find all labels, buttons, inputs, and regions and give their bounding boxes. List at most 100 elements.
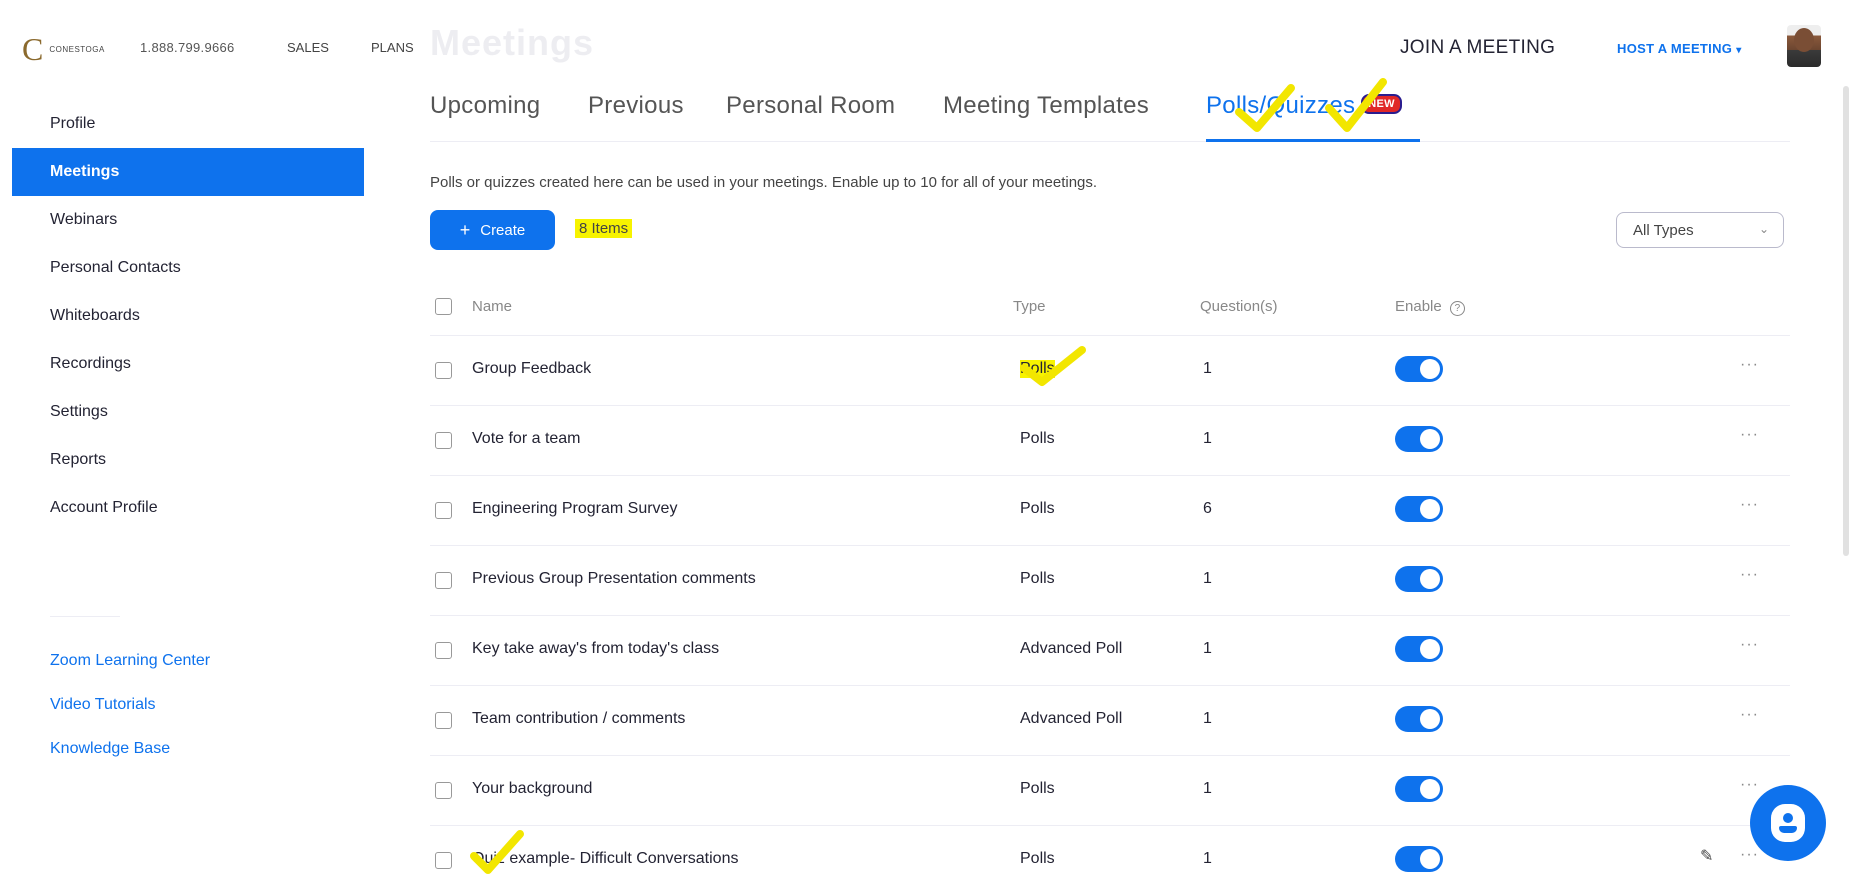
- help-icon[interactable]: ?: [1449, 301, 1465, 316]
- enable-toggle[interactable]: [1395, 776, 1443, 802]
- row-type: Polls: [1020, 430, 1055, 447]
- active-tab-indicator: [1206, 139, 1420, 142]
- table-row[interactable]: Previous Group Presentation comments Pol…: [430, 546, 1790, 616]
- sidebar-item-profile[interactable]: Profile: [12, 100, 364, 148]
- enable-toggle[interactable]: [1395, 496, 1443, 522]
- annotation-check-icon: [1325, 78, 1387, 132]
- table-row[interactable]: Group Feedback Polls 1 ···: [430, 336, 1790, 406]
- enable-toggle[interactable]: [1395, 636, 1443, 662]
- scrollbar[interactable]: [1843, 86, 1849, 556]
- sidebar-item-personal-contacts[interactable]: Personal Contacts: [12, 244, 364, 292]
- more-options-icon[interactable]: ···: [1740, 776, 1759, 794]
- items-count: 8 Items: [575, 219, 633, 238]
- row-questions: 1: [1203, 430, 1212, 447]
- chat-bot-icon: [1771, 804, 1805, 842]
- table-row[interactable]: Your background Polls 1 ···: [430, 756, 1790, 826]
- page-description: Polls or quizzes created here can be use…: [430, 174, 1098, 191]
- sidebar-item-whiteboards[interactable]: Whiteboards: [12, 292, 364, 340]
- zoom-learning-center-link[interactable]: Zoom Learning Center: [50, 652, 210, 670]
- row-questions: 1: [1203, 710, 1212, 727]
- more-options-icon[interactable]: ···: [1740, 636, 1759, 654]
- row-checkbox[interactable]: [435, 642, 452, 659]
- sidebar-divider: [50, 616, 120, 617]
- row-checkbox[interactable]: [435, 362, 452, 379]
- row-questions: 1: [1203, 360, 1212, 377]
- row-checkbox[interactable]: [435, 852, 452, 869]
- logo[interactable]: C CONESTOGA: [22, 33, 105, 65]
- video-tutorials-link[interactable]: Video Tutorials: [50, 696, 156, 714]
- table-row[interactable]: Key take away's from today's class Advan…: [430, 616, 1790, 686]
- tab-previous[interactable]: Previous: [588, 92, 684, 120]
- column-questions: Question(s): [1200, 298, 1278, 315]
- top-bar: C CONESTOGA 1.888.799.9666 SALES PLANS M…: [0, 0, 1853, 86]
- sidebar: Profile Meetings Webinars Personal Conta…: [0, 100, 366, 874]
- row-type: Advanced Poll: [1020, 640, 1123, 657]
- more-options-icon[interactable]: ···: [1740, 846, 1759, 864]
- row-type: Polls: [1020, 850, 1055, 867]
- row-questions: 1: [1203, 850, 1212, 867]
- meeting-tabs: Upcoming Previous Personal Room Meeting …: [430, 92, 1790, 142]
- row-questions: 6: [1203, 500, 1212, 517]
- caret-down-icon: ▾: [1736, 45, 1742, 56]
- annotation-check-icon: [470, 830, 524, 874]
- row-checkbox[interactable]: [435, 432, 452, 449]
- logo-text: CONESTOGA: [49, 44, 105, 54]
- sidebar-item-meetings[interactable]: Meetings: [12, 148, 364, 196]
- sidebar-item-webinars[interactable]: Webinars: [12, 196, 364, 244]
- more-options-icon[interactable]: ···: [1740, 496, 1759, 514]
- enable-toggle[interactable]: [1395, 426, 1443, 452]
- table-row[interactable]: Vote for a team Polls 1 ···: [430, 406, 1790, 476]
- more-options-icon[interactable]: ···: [1740, 426, 1759, 444]
- knowledge-base-link[interactable]: Knowledge Base: [50, 740, 170, 758]
- page-title-ghost: Meetings: [430, 22, 595, 63]
- create-button[interactable]: + Create: [430, 210, 555, 250]
- row-checkbox[interactable]: [435, 712, 452, 729]
- row-type: Polls: [1020, 500, 1055, 517]
- select-all-checkbox[interactable]: [435, 298, 452, 315]
- sidebar-item-settings[interactable]: Settings: [12, 388, 364, 436]
- tab-upcoming[interactable]: Upcoming: [430, 92, 540, 120]
- row-type: Advanced Poll: [1020, 710, 1123, 727]
- enable-toggle[interactable]: [1395, 356, 1443, 382]
- nav-plans-link[interactable]: PLANS: [371, 40, 414, 55]
- row-questions: 1: [1203, 640, 1212, 657]
- row-checkbox[interactable]: [435, 782, 452, 799]
- row-checkbox[interactable]: [435, 572, 452, 589]
- row-checkbox[interactable]: [435, 502, 452, 519]
- row-questions: 1: [1203, 780, 1212, 797]
- host-meeting-dropdown[interactable]: HOST A MEETING ▾: [1617, 41, 1742, 56]
- row-type: Polls: [1020, 570, 1055, 587]
- enable-toggle[interactable]: [1395, 566, 1443, 592]
- row-name[interactable]: Your background: [472, 780, 592, 798]
- table-row[interactable]: Team contribution / comments Advanced Po…: [430, 686, 1790, 756]
- sidebar-item-recordings[interactable]: Recordings: [12, 340, 364, 388]
- enable-toggle[interactable]: [1395, 706, 1443, 732]
- nav-sales-link[interactable]: SALES: [287, 40, 329, 55]
- phone-number[interactable]: 1.888.799.9666: [140, 40, 235, 55]
- column-type: Type: [1013, 298, 1046, 315]
- plus-icon: +: [459, 219, 471, 240]
- more-options-icon[interactable]: ···: [1740, 356, 1759, 374]
- type-filter-select[interactable]: All Types ⌄: [1616, 212, 1784, 248]
- tab-meeting-templates[interactable]: Meeting Templates: [943, 92, 1149, 120]
- row-name[interactable]: Engineering Program Survey: [472, 500, 677, 518]
- join-meeting-link[interactable]: JOIN A MEETING: [1400, 37, 1555, 59]
- sidebar-item-reports[interactable]: Reports: [12, 436, 364, 484]
- row-name[interactable]: Group Feedback: [472, 360, 591, 378]
- table-row[interactable]: Engineering Program Survey Polls 6 ···: [430, 476, 1790, 546]
- more-options-icon[interactable]: ···: [1740, 706, 1759, 724]
- enable-toggle[interactable]: [1395, 846, 1443, 872]
- table-header: Name Type Question(s) Enable ?: [430, 280, 1790, 336]
- row-name[interactable]: Key take away's from today's class: [472, 640, 719, 658]
- more-options-icon[interactable]: ···: [1740, 566, 1759, 584]
- edit-pencil-icon[interactable]: ✎: [1700, 846, 1713, 866]
- chat-assistant-button[interactable]: [1750, 785, 1826, 861]
- tab-personal-room[interactable]: Personal Room: [726, 92, 895, 120]
- row-name[interactable]: Previous Group Presentation comments: [472, 570, 756, 588]
- row-type: Polls: [1020, 780, 1055, 797]
- avatar-face: [1794, 28, 1814, 52]
- table-row[interactable]: Quiz example- Difficult Conversations Po…: [430, 826, 1790, 874]
- row-name[interactable]: Team contribution / comments: [472, 710, 685, 728]
- row-name[interactable]: Vote for a team: [472, 430, 581, 448]
- sidebar-item-account-profile[interactable]: Account Profile: [12, 484, 364, 532]
